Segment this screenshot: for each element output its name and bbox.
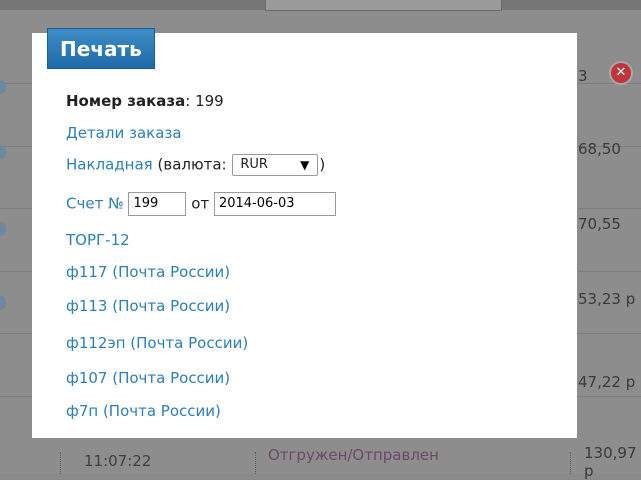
row-marker — [0, 296, 6, 310]
amount-cell: 70,55 — [578, 215, 621, 233]
currency-close-paren: ) — [319, 155, 326, 174]
bill-number-input[interactable]: 199 — [128, 192, 187, 216]
invoice-link[interactable]: Накладная — [66, 156, 153, 174]
background-input — [265, 0, 502, 11]
torg12-link[interactable]: ТОРГ-12 — [66, 231, 130, 249]
bill-line: Счет № 199 от 2014-06-03 — [66, 192, 336, 216]
row-marker — [0, 145, 6, 159]
bill-date-input[interactable]: 2014-06-03 — [213, 192, 336, 216]
column-separator — [570, 452, 572, 474]
bill-link[interactable]: Счет № — [66, 195, 124, 213]
column-separator — [60, 452, 62, 474]
dialog-title: Печать — [47, 28, 155, 69]
status-cell: Отгружен/Отправлен — [268, 446, 439, 464]
bill-date-label: от — [191, 194, 210, 213]
amount-cell: 53,23 р — [578, 290, 636, 308]
amount-cell: 130,97 р — [584, 444, 637, 480]
time-cell: 11:07:22 — [84, 452, 152, 470]
order-number-value: 199 — [195, 92, 224, 110]
print-dialog: Печать Номер заказа: 199 Детали заказа Н… — [32, 28, 577, 438]
currency-label: (валюта: — [157, 155, 227, 174]
order-number-line: Номер заказа: 199 — [66, 92, 224, 110]
amount-cell: 3 — [578, 67, 588, 85]
print-link-item: ф7п (Почта России) — [66, 402, 221, 420]
close-icon[interactable]: ✕ — [611, 63, 631, 83]
f117-link[interactable]: ф117 (Почта России) — [66, 263, 230, 281]
f113-link[interactable]: ф113 (Почта России) — [66, 297, 230, 315]
print-link-item: ф107 (Почта России) — [66, 369, 230, 387]
f107-link[interactable]: ф107 (Почта России) — [66, 369, 230, 387]
column-separator — [255, 452, 257, 474]
f112ep-link[interactable]: ф112эп (Почта России) — [66, 334, 248, 352]
currency-select[interactable]: RUR ▼ — [232, 154, 319, 176]
row-marker — [0, 80, 6, 94]
amount-cell: 47,22 р — [578, 373, 636, 391]
row-marker — [0, 222, 6, 236]
f7p-link[interactable]: ф7п (Почта России) — [66, 402, 221, 420]
print-link-item: ф112эп (Почта России) — [66, 334, 248, 352]
invoice-line: Накладная (валюта: RUR ▼) — [66, 154, 325, 176]
details-line: Детали заказа — [66, 124, 182, 142]
print-link-item: ф113 (Почта России) — [66, 297, 230, 315]
order-number-label: Номер заказа — [66, 92, 186, 110]
print-link-item: ТОРГ-12 — [66, 231, 130, 249]
order-number-colon: : — [185, 92, 191, 110]
order-details-link[interactable]: Детали заказа — [66, 124, 182, 142]
chevron-down-icon: ▼ — [300, 158, 310, 172]
amount-cell: 68,50 — [578, 140, 621, 158]
print-link-item: ф117 (Почта России) — [66, 263, 230, 281]
currency-value: RUR — [240, 157, 268, 172]
